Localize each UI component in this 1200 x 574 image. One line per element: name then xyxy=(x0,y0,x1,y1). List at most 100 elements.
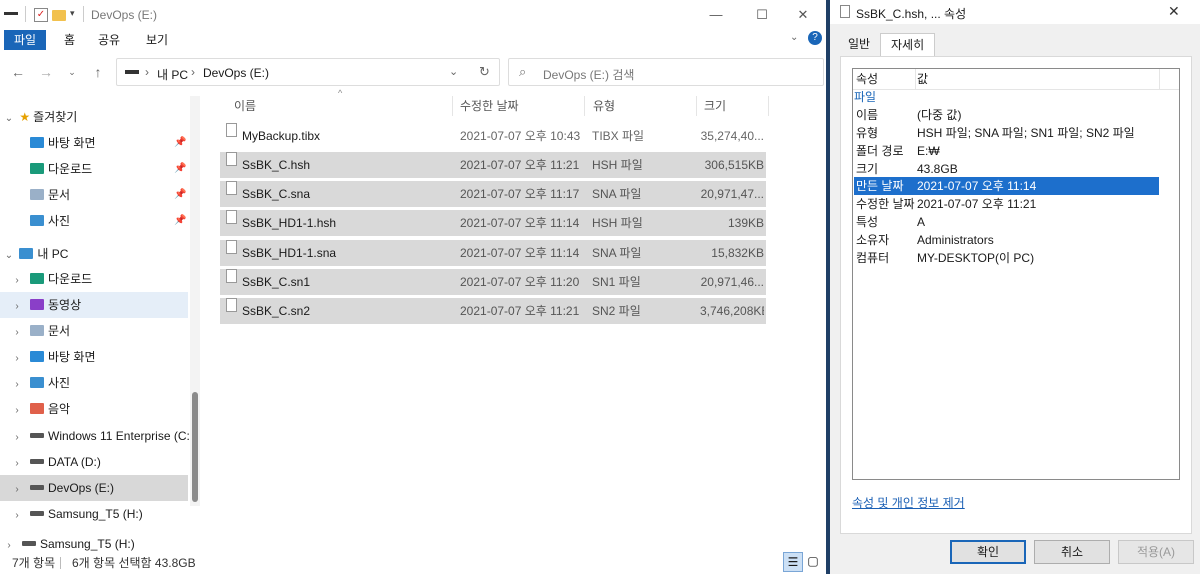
chevron-down-icon[interactable]: ▾ xyxy=(70,8,75,19)
nav-quick-downloads[interactable]: 다운로드 📌 xyxy=(0,156,188,182)
tab-home[interactable]: 홈 xyxy=(54,30,85,50)
cancel-button[interactable]: 취소 xyxy=(1034,540,1110,564)
file-name: SsBK_C.sn2 xyxy=(242,304,311,318)
nav-pc-pictures[interactable]: › 사진 xyxy=(0,370,188,396)
breadcrumb-this-pc[interactable]: 내 PC xyxy=(157,66,188,83)
column-divider[interactable] xyxy=(1159,69,1160,89)
nav-pc-desktop[interactable]: › 바탕 화면 xyxy=(0,344,188,370)
nav-quick-documents[interactable]: 문서 📌 xyxy=(0,182,188,208)
chevron-right-icon[interactable]: › xyxy=(10,268,24,294)
tab-details[interactable]: 자세히 xyxy=(880,33,936,56)
chevron-down-icon[interactable]: ⌄ xyxy=(2,106,16,132)
chevron-right-icon[interactable]: › xyxy=(10,346,24,372)
file-type: SN1 파일 xyxy=(592,275,641,289)
search-box[interactable]: ⌕ DevOps (E:) 검색 xyxy=(508,58,824,86)
column-divider[interactable] xyxy=(768,96,769,116)
chevron-right-icon[interactable]: › xyxy=(10,477,24,503)
up-arrow-icon[interactable]: ↑ xyxy=(88,62,108,82)
ok-button[interactable]: 확인 xyxy=(950,540,1026,564)
folder-icon[interactable] xyxy=(52,10,66,21)
chevron-right-icon[interactable]: › xyxy=(10,425,24,451)
property-key: 특성 xyxy=(856,215,879,229)
chevron-right-icon[interactable]: › xyxy=(10,451,24,477)
pin-icon[interactable]: 📌 xyxy=(174,208,186,234)
property-value: 43.8GB xyxy=(917,162,958,176)
file-name: SsBK_HD1-1.hsh xyxy=(242,216,337,230)
file-row[interactable]: SsBK_HD1-1.hsh 2021-07-07 오후 11:14 HSH 파… xyxy=(220,210,766,236)
tab-general[interactable]: 일반 xyxy=(838,33,880,55)
tab-share[interactable]: 공유 xyxy=(88,30,130,50)
tab-view[interactable]: 보기 xyxy=(136,30,178,50)
forward-arrow-icon[interactable]: → xyxy=(36,62,56,82)
address-bar[interactable]: › 내 PC › DevOps (E:) ⌄ ↻ xyxy=(116,58,500,86)
chevron-right-icon[interactable]: › xyxy=(10,372,24,398)
close-icon[interactable]: ✕ xyxy=(780,4,826,26)
file-size: 20,971,47... xyxy=(700,187,764,201)
nav-drive-c[interactable]: › Windows 11 Enterprise (C:) xyxy=(0,423,194,451)
column-header-name[interactable]: 이름 xyxy=(234,96,256,116)
video-icon xyxy=(30,299,44,310)
nav-pc-music[interactable]: › 음악 xyxy=(0,396,188,422)
details-view-icon[interactable]: ☰ xyxy=(783,552,803,572)
property-row-selected[interactable]: 만든 날짜 2021-07-07 오후 11:14 xyxy=(854,177,1159,195)
column-divider[interactable] xyxy=(452,96,453,116)
nav-label: Samsung_T5 (H:) xyxy=(48,507,143,521)
minimize-icon[interactable]: — xyxy=(693,4,739,26)
column-divider[interactable] xyxy=(696,96,697,116)
column-header-size[interactable]: 크기 xyxy=(704,96,726,116)
nav-pc-downloads[interactable]: › 다운로드 xyxy=(0,266,188,292)
back-arrow-icon[interactable]: ← xyxy=(8,62,28,82)
property-row[interactable]: 소유자 Administrators xyxy=(854,231,1159,249)
maximize-icon[interactable]: ☐ xyxy=(739,4,785,26)
column-divider[interactable] xyxy=(584,96,585,116)
nav-this-pc[interactable]: ⌄ 내 PC xyxy=(0,241,188,267)
nav-drive-e[interactable]: › DevOps (E:) xyxy=(0,475,188,501)
header-property[interactable]: 속성 xyxy=(856,70,878,88)
property-row[interactable]: 폴더 경로 E:₩ xyxy=(854,142,1159,160)
close-icon[interactable]: ✕ xyxy=(1168,3,1180,20)
property-row[interactable]: 크기 43.8GB xyxy=(854,160,1159,178)
nav-drive-h[interactable]: › Samsung_T5 (H:) xyxy=(0,501,188,527)
nav-scrollbar-thumb[interactable] xyxy=(192,392,198,502)
pin-icon[interactable]: 📌 xyxy=(174,156,186,182)
column-header-type[interactable]: 유형 xyxy=(593,96,615,116)
remove-properties-link[interactable]: 속성 및 개인 정보 제거 xyxy=(852,494,965,511)
property-row[interactable]: 특성 A xyxy=(854,213,1159,231)
column-header-date[interactable]: 수정한 날짜 xyxy=(460,96,519,116)
file-row[interactable]: SsBK_C.sn2 2021-07-07 오후 11:21 SN2 파일 3,… xyxy=(220,298,766,324)
nav-quick-desktop[interactable]: 바탕 화면 📌 xyxy=(0,130,188,156)
large-icons-view-icon[interactable]: ▢ xyxy=(804,552,822,570)
help-icon[interactable]: ? xyxy=(808,31,822,45)
tab-file[interactable]: 파일 xyxy=(4,30,47,50)
property-row[interactable]: 이름 (다중 값) xyxy=(854,106,1159,124)
nav-quick-access[interactable]: ⌄ ★ 즐겨찾기 xyxy=(0,104,188,130)
nav-quick-pictures[interactable]: 사진 📌 xyxy=(0,208,188,234)
nav-pc-documents[interactable]: › 문서 xyxy=(0,318,188,344)
breadcrumb-drive[interactable]: DevOps (E:) xyxy=(203,66,269,80)
properties-check-icon[interactable]: ✓ xyxy=(34,8,48,22)
nav-drive-d[interactable]: › DATA (D:) xyxy=(0,449,188,475)
property-row[interactable]: 수정한 날짜 2021-07-07 오후 11:21 xyxy=(854,195,1159,213)
nav-drive-h-2[interactable]: › Samsung_T5 (H:) xyxy=(0,534,188,554)
file-row[interactable]: SsBK_C.sn1 2021-07-07 오후 11:20 SN1 파일 20… xyxy=(220,269,766,295)
chevron-right-icon[interactable]: › xyxy=(10,294,24,320)
file-date: 2021-07-07 오후 11:14 xyxy=(460,216,580,230)
apply-button[interactable]: 적용(A) xyxy=(1118,540,1194,564)
address-dropdown-icon[interactable]: ⌄ xyxy=(449,65,458,78)
recent-dropdown-icon[interactable]: ⌄ xyxy=(62,62,82,82)
property-row[interactable]: 유형 HSH 파일; SNA 파일; SN1 파일; SN2 파일 xyxy=(854,124,1159,142)
file-row[interactable]: MyBackup.tibx 2021-07-07 오후 10:43 TIBX 파… xyxy=(220,123,766,149)
chevron-right-icon[interactable]: › xyxy=(10,320,24,346)
pin-icon[interactable]: 📌 xyxy=(174,130,186,156)
header-value[interactable]: 값 xyxy=(917,70,928,88)
file-row[interactable]: SsBK_C.hsh 2021-07-07 오후 11:21 HSH 파일 30… xyxy=(220,152,766,178)
property-row[interactable]: 컴퓨터 MY-DESKTOP(이 PC) xyxy=(854,249,1159,267)
chevron-right-icon[interactable]: › xyxy=(10,398,24,424)
pin-icon[interactable]: 📌 xyxy=(174,182,186,208)
ribbon-collapse-icon[interactable]: ⌄ xyxy=(790,32,798,43)
file-row[interactable]: SsBK_HD1-1.sna 2021-07-07 오후 11:14 SNA 파… xyxy=(220,240,766,266)
refresh-icon[interactable]: ↻ xyxy=(479,64,490,80)
file-row[interactable]: SsBK_C.sna 2021-07-07 오후 11:17 SNA 파일 20… xyxy=(220,181,766,207)
chevron-right-icon[interactable]: › xyxy=(10,503,24,529)
nav-pc-videos[interactable]: › 동영상 xyxy=(0,292,188,318)
